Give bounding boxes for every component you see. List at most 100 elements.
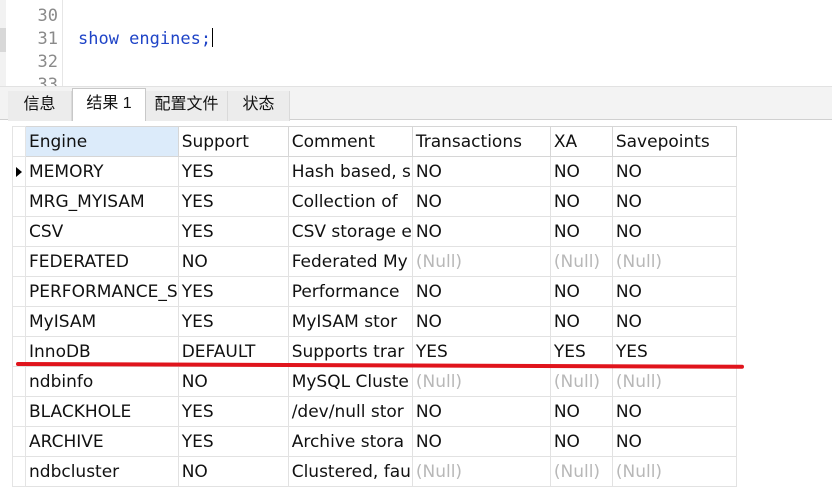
table-cell[interactable]: Performance [287, 276, 413, 307]
tab-status[interactable]: 状态 [228, 91, 290, 121]
table-cell[interactable]: Supports trar [287, 336, 413, 367]
editor-line[interactable]: 33 [0, 74, 832, 86]
table-cell[interactable]: CSV storage e [287, 216, 413, 247]
table-cell[interactable]: Federated My [287, 246, 413, 277]
table-cell[interactable]: (Null) [549, 456, 613, 487]
table-cell[interactable]: (Null) [611, 366, 737, 397]
table-row[interactable]: CSV YES CSV storage e NO NO NO [12, 216, 737, 247]
row-header[interactable] [12, 246, 26, 277]
column-header-engine[interactable]: Engine [25, 126, 179, 157]
table-cell[interactable]: MyISAM stor [287, 306, 413, 337]
table-cell[interactable]: (Null) [549, 366, 613, 397]
column-header-comment[interactable]: Comment [287, 126, 413, 157]
row-header[interactable] [12, 306, 26, 337]
editor-line[interactable]: 31 show engines; [0, 28, 832, 50]
table-cell[interactable]: MySQL Cluste [287, 366, 413, 397]
sql-editor[interactable]: 30 31 show engines; 32 33 [0, 0, 832, 86]
table-cell[interactable]: YES [411, 336, 551, 367]
editor-line[interactable]: 32 [0, 51, 832, 73]
table-cell[interactable]: YES [177, 216, 289, 247]
editor-line[interactable]: 30 [0, 5, 832, 27]
table-row[interactable]: ndbinfo NO MySQL Cluste (Null) (Null) (Null) [12, 366, 737, 397]
table-cell[interactable]: NO [549, 156, 613, 187]
table-cell[interactable]: Archive stora [287, 426, 413, 457]
table-cell[interactable]: NO [411, 306, 551, 337]
table-cell[interactable]: FEDERATED [25, 246, 179, 277]
table-cell[interactable]: CSV [25, 216, 179, 247]
table-cell[interactable]: Clustered, fau [287, 456, 413, 487]
table-cell[interactable]: YES [611, 336, 737, 367]
table-cell[interactable]: YES [177, 306, 289, 337]
table-cell[interactable]: ndbcluster [25, 456, 179, 487]
tab-info[interactable]: 信息 [8, 91, 72, 121]
code-text[interactable]: show engines; [78, 28, 214, 50]
column-header-xa[interactable]: XA [549, 126, 613, 157]
table-row[interactable]: ARCHIVE YES Archive stora NO NO NO [12, 426, 737, 457]
table-cell[interactable]: NO [177, 246, 289, 277]
table-cell[interactable]: NO [549, 396, 613, 427]
column-header-transactions[interactable]: Transactions [411, 126, 551, 157]
table-cell[interactable]: MRG_MYISAM [25, 186, 179, 217]
table-cell[interactable]: NO [411, 216, 551, 247]
row-header[interactable] [12, 186, 26, 217]
row-header[interactable] [12, 156, 26, 187]
table-cell[interactable]: NO [611, 156, 737, 187]
column-header-savepoints[interactable]: Savepoints [611, 126, 737, 157]
sql-statement[interactable]: show engines; [78, 29, 211, 49]
table-cell[interactable]: Hash based, s [287, 156, 413, 187]
table-row[interactable]: BLACKHOLE YES/dev/null stor NO NO NO [12, 396, 737, 427]
row-header[interactable] [12, 396, 26, 427]
row-header[interactable] [12, 216, 26, 247]
table-row[interactable]: PERFORMANCE_S YES Performance NO NO NO [12, 276, 737, 307]
table-cell[interactable]: Collection of [287, 186, 413, 217]
row-header[interactable] [12, 366, 26, 397]
table-cell[interactable]: (Null) [411, 366, 551, 397]
tab-profile[interactable]: 配置文件 [146, 91, 228, 121]
table-cell[interactable]: BLACKHOLE [25, 396, 179, 427]
table-cell[interactable]: NO [611, 216, 737, 247]
table-cell[interactable]: MyISAM [25, 306, 179, 337]
table-cell[interactable]: NO [611, 396, 737, 427]
row-header[interactable] [12, 456, 26, 487]
result-grid[interactable]: Engine Support Comment Transactions XA S… [12, 126, 737, 487]
table-cell[interactable]: (Null) [411, 456, 551, 487]
table-row[interactable]: MRG_MYISAM YES Collection of NO NO NO [12, 186, 737, 217]
table-row[interactable]: MEMORY YES Hash based, s NO NO NO [12, 156, 737, 187]
row-header[interactable] [12, 276, 26, 307]
table-cell[interactable]: NO [177, 366, 289, 397]
table-cell[interactable]: NO [549, 426, 613, 457]
table-cell[interactable]: NO [611, 426, 737, 457]
table-cell[interactable]: YES [177, 186, 289, 217]
table-cell[interactable]: YES [177, 396, 289, 427]
table-cell[interactable]: YES [177, 156, 289, 187]
table-cell[interactable]: NO [549, 276, 613, 307]
table-row[interactable]: ndbcluster NO Clustered, fau (Null) (Null) (N… [12, 456, 737, 487]
table-cell[interactable]: (Null) [611, 246, 737, 277]
table-cell[interactable]: NO [411, 426, 551, 457]
table-cell[interactable]: MEMORY [25, 156, 179, 187]
table-cell[interactable]: NO [611, 306, 737, 337]
table-cell[interactable]: PERFORMANCE_S [25, 276, 179, 307]
table-cell[interactable]: NO [549, 216, 613, 247]
table-cell[interactable]: YES [549, 336, 613, 367]
table-cell[interactable]: NO [411, 276, 551, 307]
table-cell[interactable]: NO [549, 306, 613, 337]
table-cell[interactable]: NO [411, 396, 551, 427]
tab-result-1[interactable]: 结果 1 [72, 88, 146, 121]
table-cell[interactable]: NO [411, 186, 551, 217]
table-cell[interactable]: (Null) [411, 246, 551, 277]
table-cell[interactable]: NO [549, 186, 613, 217]
table-cell[interactable]: NO [611, 186, 737, 217]
table-cell[interactable]: /dev/null stor [287, 396, 413, 427]
column-header-support[interactable]: Support [177, 126, 289, 157]
table-row[interactable]: MyISAM YES MyISAM stor NO NO NO [12, 306, 737, 337]
table-cell[interactable]: ndbinfo [25, 366, 179, 397]
table-cell[interactable]: NO [411, 156, 551, 187]
table-cell[interactable]: NO [177, 456, 289, 487]
table-cell[interactable]: YES [177, 276, 289, 307]
table-cell[interactable]: (Null) [549, 246, 613, 277]
table-cell[interactable]: NO [611, 276, 737, 307]
row-header[interactable] [12, 426, 26, 457]
table-row[interactable]: FEDERATED NO Federated My (Null) (Null) (Null… [12, 246, 737, 277]
table-cell[interactable]: YES [177, 426, 289, 457]
